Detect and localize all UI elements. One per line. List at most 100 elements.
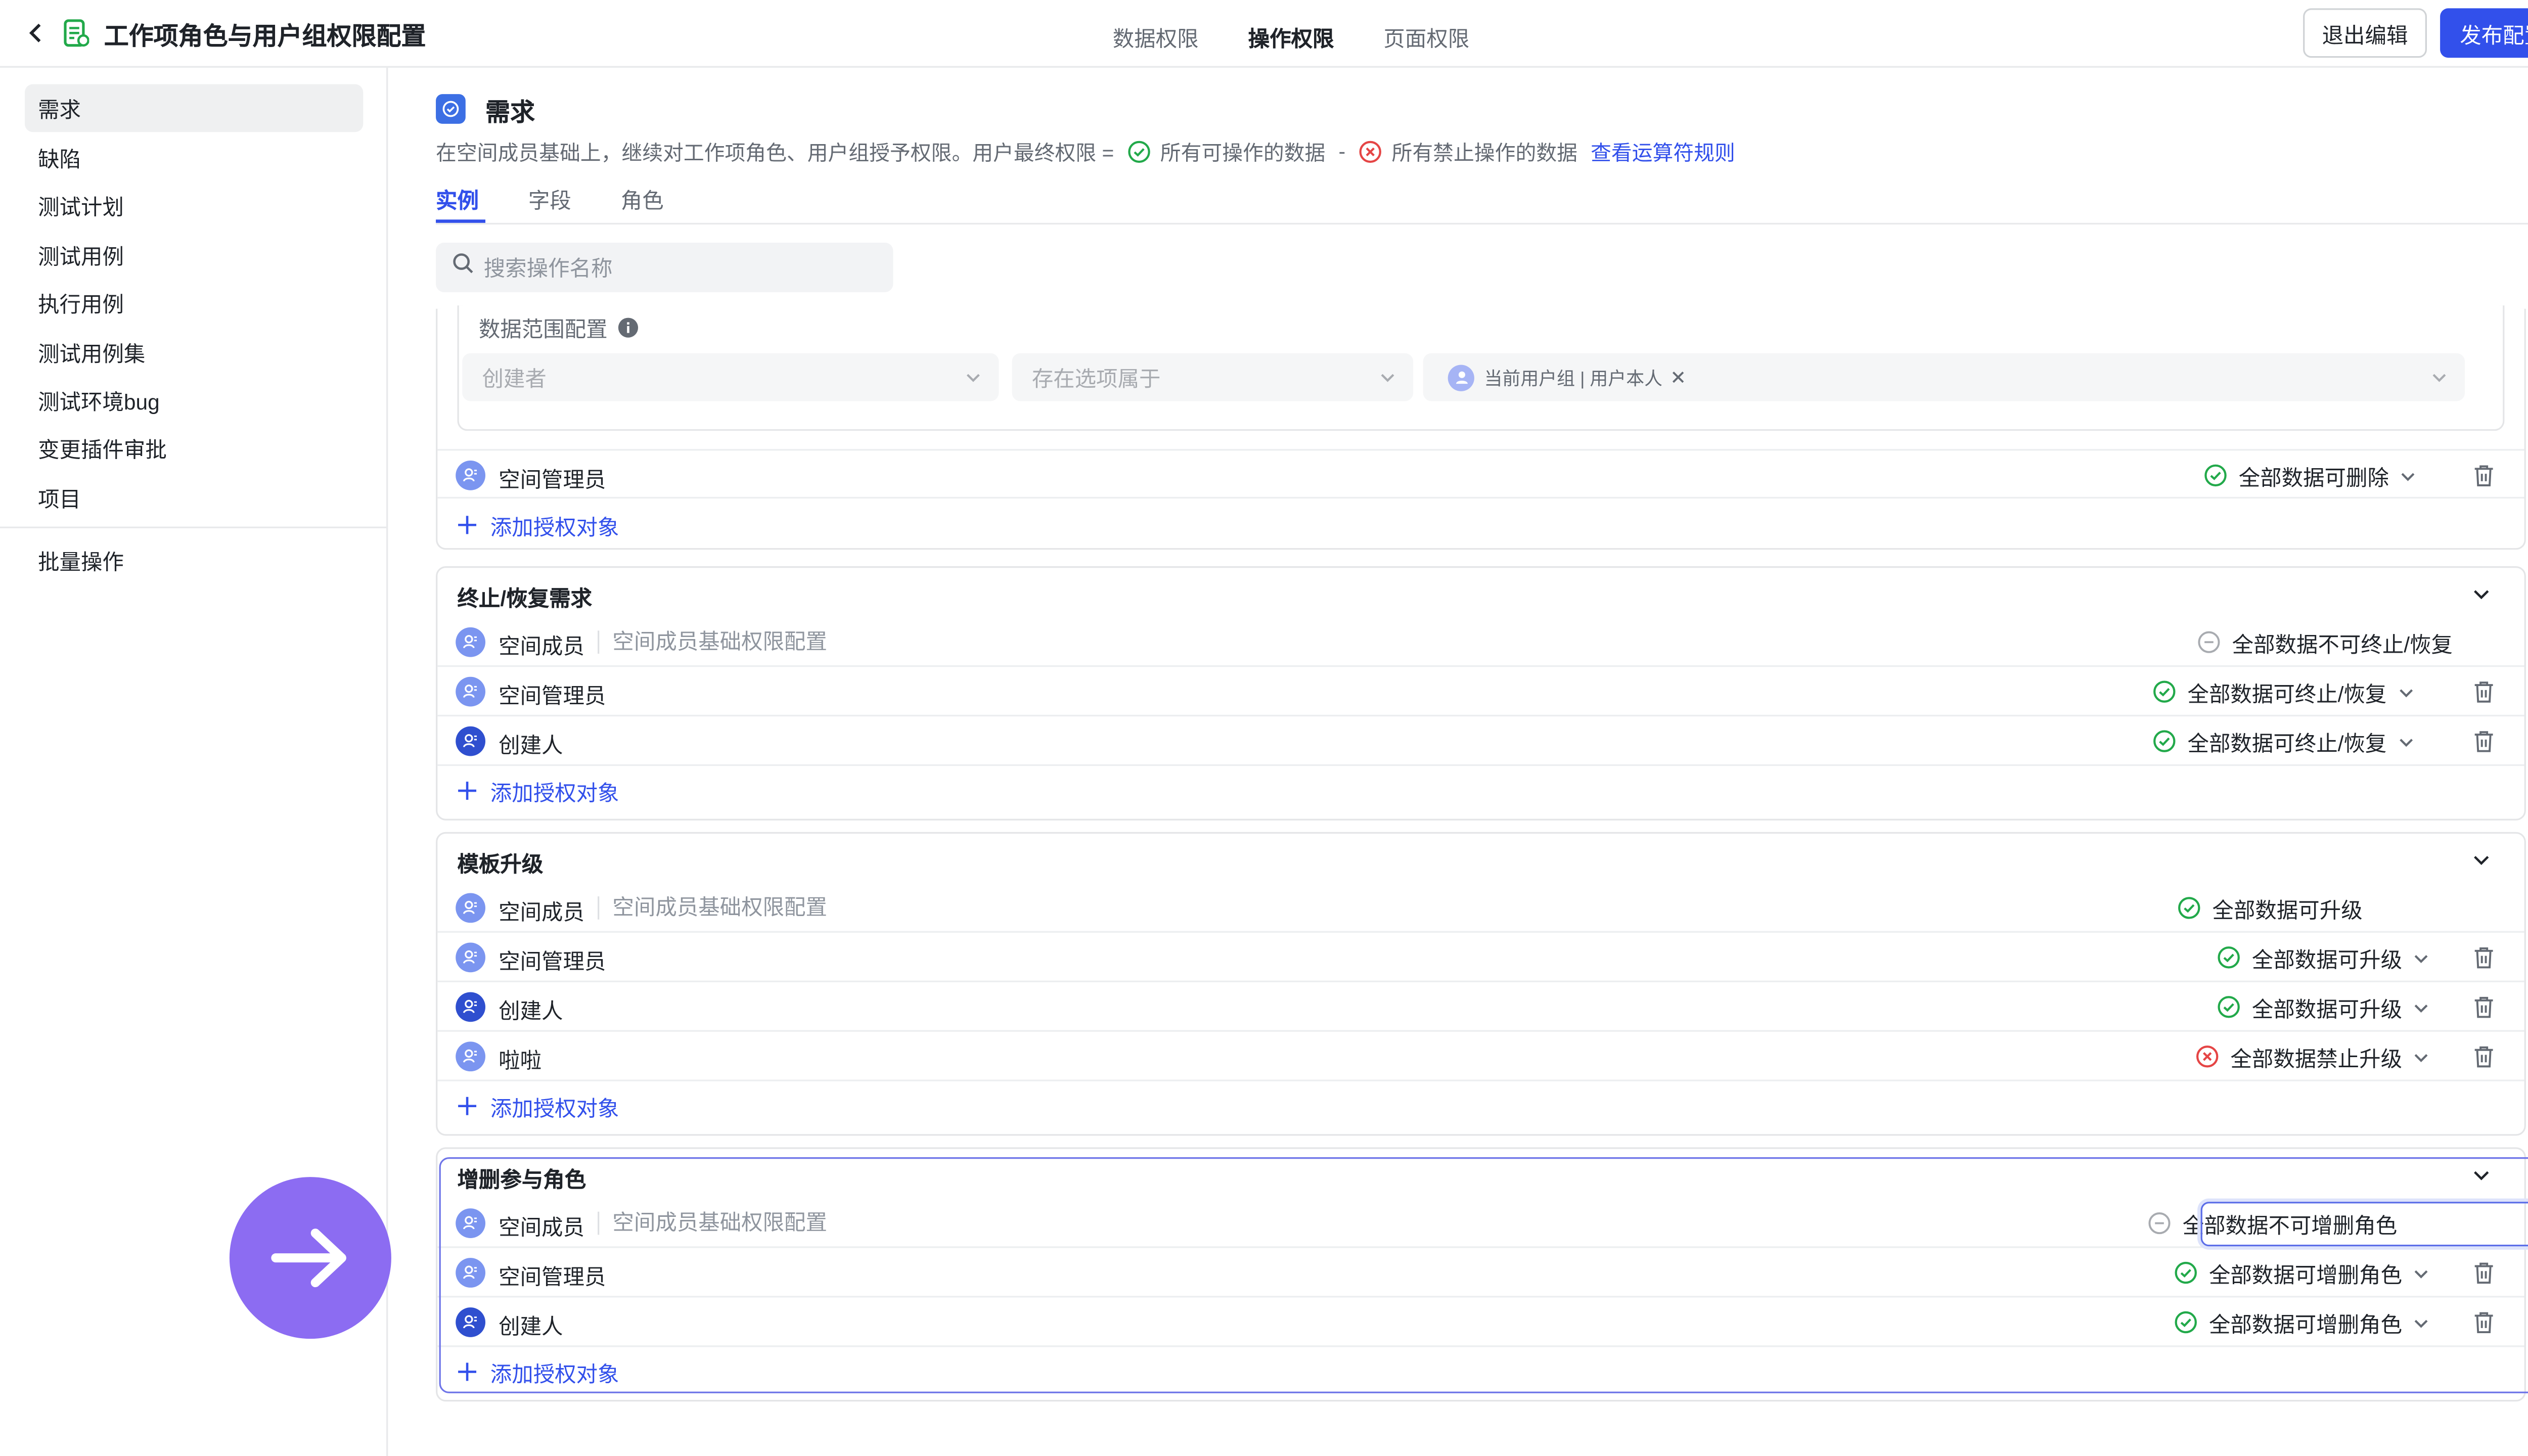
role-note: 空间成员基础权限配置 <box>598 630 827 654</box>
tab-page-permission[interactable]: 页面权限 <box>1383 21 1469 53</box>
allow-check-icon <box>2174 1311 2197 1334</box>
role-avatar-icon <box>456 992 485 1022</box>
add-authorized-object-button[interactable]: 添加授权对象 <box>457 766 619 815</box>
remove-tag-icon[interactable] <box>1671 370 1685 384</box>
exit-edit-button[interactable]: 退出编辑 <box>2303 8 2427 58</box>
delete-icon[interactable] <box>2473 995 2494 1027</box>
plus-icon <box>457 781 477 800</box>
requirement-type-icon <box>436 94 466 124</box>
delete-icon[interactable] <box>2473 1045 2494 1076</box>
tab-data-permission[interactable]: 数据权限 <box>1113 21 1199 53</box>
role-note: 空间成员基础权限配置 <box>598 1211 827 1235</box>
sidebar-item-requirement[interactable]: 需求 <box>24 84 364 132</box>
delete-icon[interactable] <box>2473 680 2494 711</box>
chevron-down-icon <box>2412 1313 2430 1332</box>
sidebar-item-test-case[interactable]: 测试用例 <box>25 231 363 279</box>
permission-dropdown[interactable]: 全部数据可升级 <box>2217 982 2430 1032</box>
permission-dropdown[interactable]: 全部数据可删除 <box>2204 450 2417 500</box>
operator-select[interactable]: 存在选项属于 <box>1012 353 1414 401</box>
chevron-down-icon <box>2412 998 2430 1016</box>
publish-config-button[interactable]: 发布配置 <box>2440 8 2528 58</box>
creator-select-value: 创建者 <box>482 366 547 391</box>
neutral-minus-icon <box>2197 630 2221 654</box>
sidebar-item-test-env-bug[interactable]: 测试环境bug <box>25 376 363 424</box>
next-arrow-button[interactable] <box>229 1177 391 1339</box>
value-select[interactable]: 当前用户组 | 用户本人 <box>1423 353 2465 401</box>
delete-icon[interactable] <box>2473 1311 2494 1342</box>
role-avatar-icon <box>456 1307 485 1337</box>
chevron-down-icon <box>1379 367 1397 391</box>
sidebar-item-test-case-set[interactable]: 测试用例集 <box>25 329 363 377</box>
permission-row: 空间管理员 全部数据可删除 <box>437 449 2524 500</box>
sidebar-item-defect[interactable]: 缺陷 <box>25 133 363 181</box>
chevron-down-icon <box>2430 367 2449 391</box>
permission-value: 全部数据可升级 <box>2251 946 2403 972</box>
tab-operation-permission[interactable]: 操作权限 <box>1248 21 1334 53</box>
permission-dropdown[interactable]: 全部数据可终止/恢复 <box>2153 716 2415 766</box>
role-avatar-icon <box>456 1208 485 1238</box>
delete-icon[interactable] <box>2473 464 2494 495</box>
role-avatar-icon <box>456 942 485 973</box>
permission-dropdown[interactable]: 全部数据可增删角色 <box>2174 1248 2430 1298</box>
permission-value: 全部数据可增删角色 <box>2208 1262 2403 1287</box>
role-name: 创建人 <box>499 998 563 1024</box>
chevron-down-icon[interactable] <box>2471 583 2491 613</box>
allow-check-icon <box>2153 680 2176 703</box>
permission-dropdown[interactable]: 全部数据可终止/恢复 <box>2153 667 2415 716</box>
sidebar-item-execution-case[interactable]: 执行用例 <box>25 279 363 327</box>
chevron-down-icon[interactable] <box>2471 1164 2491 1194</box>
chevron-down-icon <box>2397 732 2415 750</box>
sidebar-item-test-plan[interactable]: 测试计划 <box>25 181 363 230</box>
search-input[interactable] <box>483 255 864 280</box>
add-authorized-object-button[interactable]: 添加授权对象 <box>457 1081 619 1131</box>
delete-icon[interactable] <box>2473 730 2494 761</box>
chevron-down-icon <box>2397 682 2415 701</box>
permission-dropdown[interactable]: 全部数据可升级 <box>2217 933 2430 982</box>
sidebar-item-project[interactable]: 项目 <box>25 474 363 522</box>
role-avatar-icon <box>456 893 485 923</box>
sidebar-item-batch-operation[interactable]: 批量操作 <box>25 536 363 584</box>
allow-check-icon <box>1127 140 1150 163</box>
permission-dropdown: 全部数据可升级 <box>2178 883 2363 933</box>
add-label: 添加授权对象 <box>490 1361 619 1386</box>
add-authorized-object-button[interactable]: 添加授权对象 <box>457 500 619 550</box>
permission-row: 空间管理员 全部数据可增删角色 <box>437 1248 2524 1298</box>
role-avatar-icon <box>456 1041 485 1072</box>
role-avatar-icon <box>456 1258 485 1288</box>
search-box[interactable] <box>436 242 893 292</box>
scope-label-text: 数据范围配置 <box>478 316 608 342</box>
permission-card: 模板升级 空间成员 空间成员基础权限配置 全部数据可升级 空间管理员 全部数据可升级 创建人… <box>436 832 2526 1136</box>
role-name: 空间成员 <box>499 1215 584 1240</box>
deny-cross-icon <box>1359 140 1382 163</box>
operator-rules-link[interactable]: 查看运算符规则 <box>1591 135 1735 167</box>
tab-instance[interactable]: 实例 <box>436 183 479 214</box>
creator-select[interactable]: 创建者 <box>462 353 999 401</box>
sub-tabs: 实例 字段 角色 <box>436 183 2528 225</box>
info-icon[interactable] <box>617 317 639 338</box>
permission-dropdown[interactable]: 全部数据禁止升级 <box>2196 1032 2430 1081</box>
tab-role[interactable]: 角色 <box>621 183 664 214</box>
permission-value: 全部数据可升级 <box>2251 996 2403 1021</box>
add-authorized-object-button[interactable]: 添加授权对象 <box>457 1347 619 1396</box>
chevron-down-icon <box>2412 948 2430 967</box>
role-name: 空间管理员 <box>499 949 606 974</box>
permission-dropdown[interactable]: 全部数据可增删角色 <box>2174 1298 2430 1347</box>
add-label: 添加授权对象 <box>490 780 619 805</box>
operator-select-value: 存在选项属于 <box>1031 366 1161 391</box>
sidebar-item-plugin-approval[interactable]: 变更插件审批 <box>25 424 363 472</box>
card-title: 模板升级 <box>457 851 544 877</box>
description-text: 在空间成员基础上，继续对工作项角色、用户组授予权限。用户最终权限 = <box>436 142 1114 165</box>
delete-icon[interactable] <box>2473 1261 2494 1293</box>
section-title: 需求 <box>485 99 535 127</box>
tab-field[interactable]: 字段 <box>528 183 571 214</box>
chevron-down-icon[interactable] <box>2471 848 2491 878</box>
role-avatar-icon <box>456 676 485 707</box>
top-tabs: 数据权限 操作权限 页面权限 <box>1113 21 1519 53</box>
permission-row: 空间成员 空间成员基础权限配置 全部数据可升级 <box>437 883 2524 933</box>
permission-row: 创建人 全部数据可增删角色 <box>437 1298 2524 1347</box>
permission-row: 创建人 全部数据可升级 <box>437 982 2524 1032</box>
role-name: 空间管理员 <box>499 683 606 708</box>
back-arrow-icon[interactable] <box>23 18 50 48</box>
delete-icon[interactable] <box>2473 946 2494 977</box>
plus-icon <box>457 515 477 535</box>
